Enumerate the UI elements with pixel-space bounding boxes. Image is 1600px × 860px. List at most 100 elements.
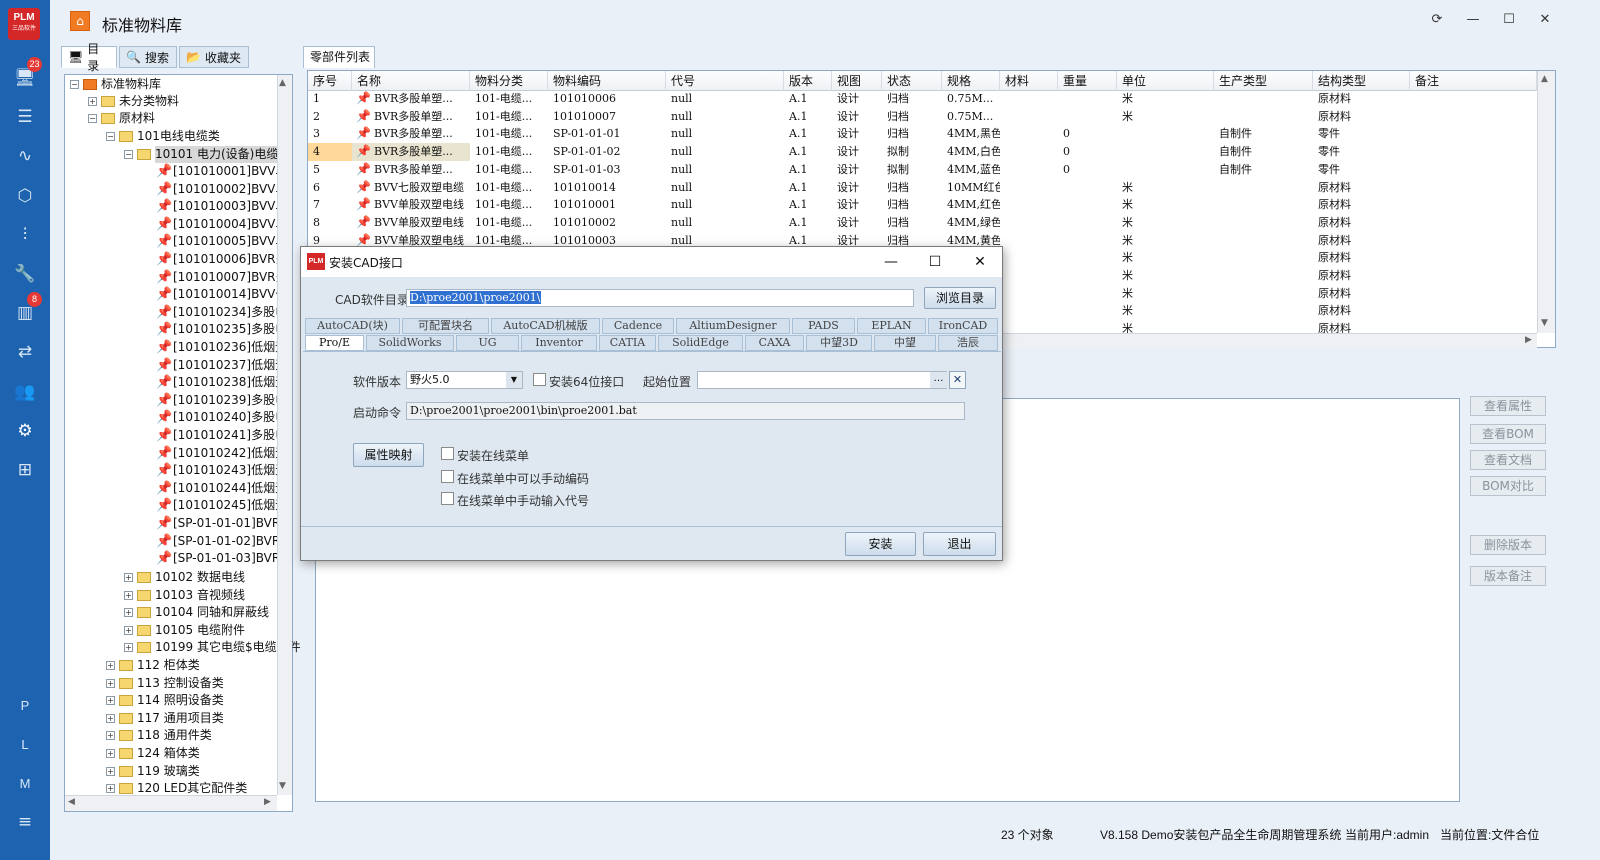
column-header[interactable]: 序号 [308,71,352,91]
column-header[interactable]: 物料编码 [548,71,666,91]
expand-icon[interactable]: + [106,766,115,776]
column-header[interactable]: 单位 [1117,71,1214,91]
side-action-button[interactable]: 删除版本 [1470,535,1546,555]
expand-icon[interactable]: + [106,678,115,688]
tree-node-part[interactable]: 📌 [SP-01-01-03]BVR [156,550,280,567]
cad-tab[interactable]: EPLAN [857,318,926,334]
tree-node-part[interactable]: 📌 [101010245]低烟无 [156,497,287,514]
side-action-button[interactable]: 查看BOM [1470,424,1546,444]
sliders-icon[interactable]: ⫶ [0,219,50,251]
monitor-icon[interactable]: 🖥 [0,62,50,94]
tree-node-cat[interactable]: +124 箱体类 [106,745,200,762]
tree-node-part[interactable]: 📌 [101010006]BVR多 [156,251,288,268]
ellipsis-icon[interactable]: … [930,372,947,388]
tree-node-part[interactable]: 📌 [101010005]BVV单 [156,233,287,250]
tree-node-part[interactable]: 📌 [101010004]BVV单 [156,216,287,233]
column-header[interactable]: 版本 [784,71,832,91]
attr-map-button[interactable]: 属性映射 [353,443,424,467]
cad-tab[interactable]: 中望 [874,335,936,351]
settings-gear-icon[interactable]: ⚙ [0,415,50,447]
column-header[interactable]: 代号 [666,71,784,91]
clear-icon[interactable]: ✕ [949,371,966,389]
exchange-icon[interactable]: ⇄ [0,336,50,368]
start-pos-input[interactable] [697,371,947,389]
tree-node-cat10101[interactable]: − 10101 电力(设备)电缆 [124,146,279,163]
scroll-left-icon[interactable]: ◀ [68,797,75,807]
expand-icon[interactable]: + [124,643,133,653]
tree-node-part[interactable]: 📌 [101010241]多股电 [156,427,287,444]
maximize-button[interactable]: ☐ [1499,10,1519,30]
dialog-close-button[interactable]: ✕ [965,252,995,272]
collapse-icon[interactable]: − [88,114,97,123]
expand-icon[interactable]: + [106,784,115,794]
chart-line-icon[interactable]: ∿ [0,140,50,172]
collapse-icon[interactable]: − [70,80,79,89]
exit-button[interactable]: 退出 [923,532,996,556]
cad-tab[interactable]: SolidEdge [658,335,743,351]
column-header[interactable]: 材料 [1000,71,1058,91]
expand-icon[interactable]: + [106,731,115,741]
app-logo[interactable]: PLM 三品软件 [8,8,40,40]
tree-node-part[interactable]: 📌 [101010014]BVV七 [156,286,287,303]
cad-tab[interactable]: CATIA [599,335,656,351]
expand-icon[interactable]: + [124,608,133,618]
cad-tab[interactable]: Cadence [602,318,674,334]
apps-grid-icon[interactable]: ⊞ [0,454,50,486]
scroll-down-icon[interactable]: ▼ [279,781,286,791]
collapse-icon[interactable]: − [124,150,133,159]
cad-tab[interactable]: 浩辰 [938,335,998,351]
cad-tab[interactable]: AltiumDesigner [676,318,790,334]
nav-letter-m[interactable]: M [0,767,50,799]
tree-node-raw[interactable]: − 原材料 [88,110,155,127]
tree-node-cat[interactable]: +114 照明设备类 [106,692,224,709]
tree-node-part[interactable]: 📌 [101010236]低烟无 [156,339,287,356]
side-action-button[interactable]: 查看属性 [1470,396,1546,416]
tree-vertical-scrollbar[interactable] [277,75,292,795]
tree-node-part[interactable]: 📌 [101010244]低烟无 [156,480,287,497]
tree-node-subcat[interactable]: +10105 电缆附件 [124,622,245,639]
column-header[interactable]: 备注 [1410,71,1537,91]
tree-node-cat[interactable]: +117 通用项目类 [106,710,224,727]
scroll-up-icon[interactable]: ▲ [279,78,286,88]
tree-horizontal-scrollbar[interactable] [65,795,277,811]
tree-node-part[interactable]: 📌 [101010235]多股电 [156,321,287,338]
cad-tab[interactable]: 可配置块名 [402,318,489,334]
tree-node-subcat[interactable]: +10103 音视频线 [124,587,245,604]
expand-icon[interactable]: + [106,713,115,723]
column-header[interactable]: 生产类型 [1214,71,1313,91]
tree-node-part[interactable]: 📌 [SP-01-01-02]BVR [156,533,280,550]
library-icon[interactable]: ▥ [0,297,50,329]
expand-icon[interactable]: + [124,590,133,600]
document-list-icon[interactable]: ☰ [0,101,50,133]
cad-tab[interactable]: 中望3D [806,335,872,351]
manual-id-checkbox[interactable] [441,492,454,505]
tree-node-part[interactable]: 📌 [101010238]低烟无 [156,374,287,391]
start-cmd-input[interactable]: D:\proe2001\proe2001\bin\proe2001.bat [406,402,965,420]
install-button[interactable]: 安装 [845,532,916,556]
grid-horizontal-scrollbar[interactable] [1000,333,1537,348]
expand-icon[interactable]: + [106,661,115,670]
tree-node-cat[interactable]: +119 玻璃类 [106,763,200,780]
tree-node-part[interactable]: 📌 [101010237]低烟无 [156,357,287,374]
expand-icon[interactable]: + [88,97,97,106]
tree-node-subcat[interactable]: +10199 其它电缆$电缆附件 [124,639,301,656]
column-header[interactable]: 状态 [882,71,942,91]
cube-icon[interactable]: ⬡ [0,180,50,212]
cad-tab-active[interactable]: Pro/E [305,335,364,351]
column-header[interactable]: 名称 [352,71,470,91]
nav-letter-l[interactable]: L [0,728,50,760]
grid-vertical-scrollbar[interactable] [1537,71,1555,333]
users-icon[interactable]: 👥 [0,376,50,408]
tree-node-cat[interactable]: +113 控制设备类 [106,675,224,692]
tree-node-part[interactable]: 📌 [SP-01-01-01]BVR [156,515,280,532]
column-header[interactable]: 重量 [1058,71,1117,91]
scroll-right-icon[interactable]: ▶ [264,797,271,807]
tree-node-part[interactable]: 📌 [101010239]多股电 [156,392,287,409]
cad-dir-input[interactable]: D:\proe2001\proe2001\ [406,289,914,307]
column-header[interactable]: 结构类型 [1313,71,1410,91]
tree-node-part[interactable]: 📌 [101010243]低烟无 [156,462,287,479]
install64-checkbox[interactable] [533,373,546,386]
cad-tab[interactable]: UG [456,335,519,351]
tree-node-part[interactable]: 📌 [101010003]BVV单 [156,198,287,215]
tree-node-part[interactable]: 📌 [101010002]BVV单 [156,181,287,198]
